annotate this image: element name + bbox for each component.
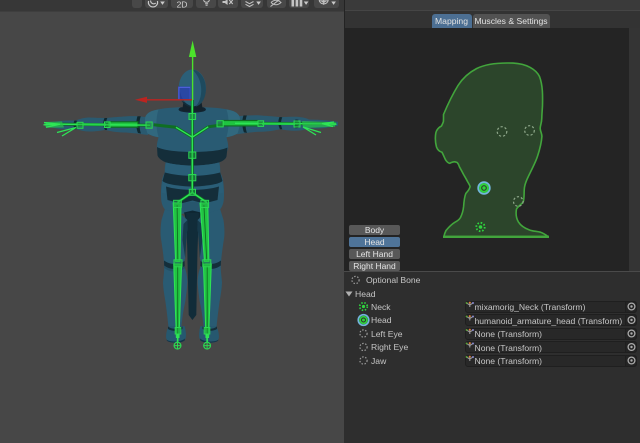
svg-text:2D: 2D [177, 0, 188, 10]
